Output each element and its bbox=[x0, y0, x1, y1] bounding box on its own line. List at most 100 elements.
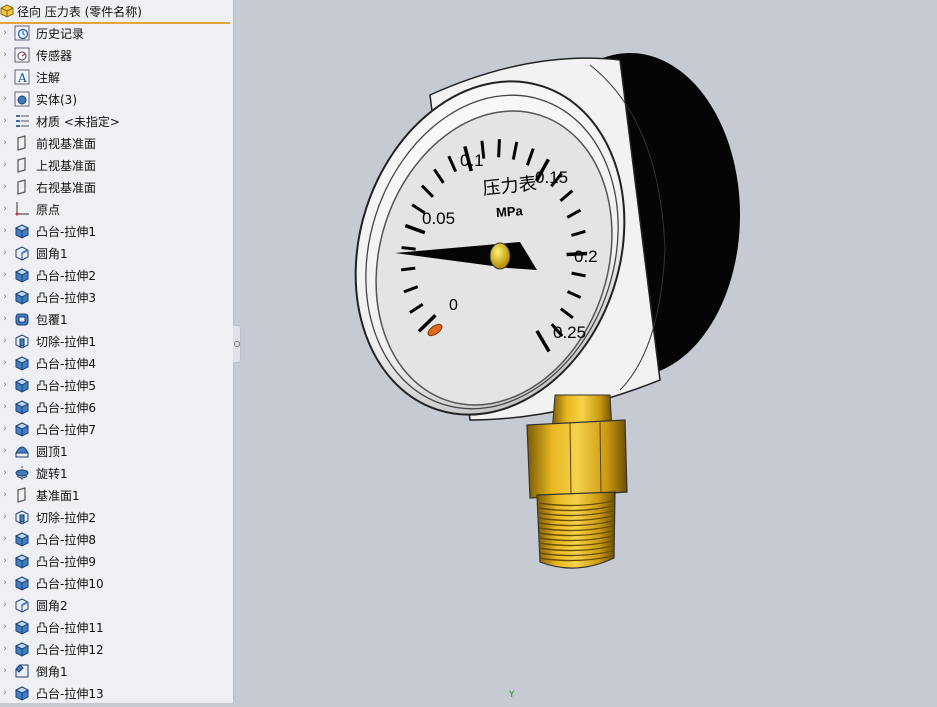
tree-item[interactable]: › 材质 <未指定> bbox=[0, 110, 232, 132]
expand-arrow-icon[interactable]: › bbox=[0, 380, 10, 390]
tree-item-label: 包覆1 bbox=[36, 312, 68, 327]
tree-item-label: 前视基准面 bbox=[36, 136, 97, 151]
tree-item[interactable]: › 圆角1 bbox=[0, 242, 232, 264]
tree-item[interactable]: › 凸台-拉伸11 bbox=[0, 616, 232, 638]
expand-arrow-icon[interactable]: › bbox=[0, 160, 10, 170]
tree-item[interactable]: › 传感器 bbox=[0, 44, 232, 66]
plane-icon bbox=[13, 156, 31, 174]
expand-arrow-icon[interactable]: › bbox=[0, 644, 10, 654]
boss-extrude-icon bbox=[13, 420, 31, 438]
tree-item-label: 凸台-拉伸1 bbox=[36, 224, 96, 239]
tree-item-label: 上视基准面 bbox=[36, 158, 97, 173]
expand-arrow-icon[interactable]: › bbox=[0, 182, 10, 192]
tree-item[interactable]: › 凸台-拉伸6 bbox=[0, 396, 232, 418]
scale-label-0-1: 0.1 bbox=[460, 151, 484, 170]
boss-extrude-icon bbox=[13, 530, 31, 548]
tree-item[interactable]: › 凸台-拉伸9 bbox=[0, 550, 232, 572]
expand-arrow-icon[interactable]: › bbox=[0, 402, 10, 412]
tree-item[interactable]: › 凸台-拉伸5 bbox=[0, 374, 232, 396]
tree-item[interactable]: › 凸台-拉伸1 bbox=[0, 220, 232, 242]
expand-arrow-icon[interactable]: › bbox=[0, 666, 10, 676]
expand-arrow-icon[interactable]: › bbox=[0, 534, 10, 544]
tree-item[interactable]: › 凸台-拉伸7 bbox=[0, 418, 232, 440]
expand-arrow-icon[interactable]: › bbox=[0, 292, 10, 302]
tree-item-label: 凸台-拉伸8 bbox=[36, 532, 96, 547]
material-icon bbox=[13, 112, 31, 130]
tree-item-label: 圆角1 bbox=[36, 246, 68, 261]
tree-item[interactable]: › 凸台-拉伸10 bbox=[0, 572, 232, 594]
tree-item-label: 凸台-拉伸10 bbox=[36, 576, 104, 591]
expand-arrow-icon[interactable]: › bbox=[0, 688, 10, 698]
panel-collapse-handle[interactable] bbox=[233, 325, 241, 363]
tree-item-label: 凸台-拉伸3 bbox=[36, 290, 96, 305]
expand-arrow-icon[interactable]: › bbox=[0, 512, 10, 522]
tree-item-label: 凸台-拉伸9 bbox=[36, 554, 96, 569]
tree-item-label: 凸台-拉伸6 bbox=[36, 400, 96, 415]
expand-arrow-icon[interactable]: › bbox=[0, 204, 10, 214]
expand-arrow-icon[interactable]: › bbox=[0, 314, 10, 324]
expand-arrow-icon[interactable]: › bbox=[0, 490, 10, 500]
chamfer-icon bbox=[13, 662, 31, 680]
tree-item-label: 历史记录 bbox=[36, 26, 85, 41]
expand-arrow-icon[interactable]: › bbox=[0, 358, 10, 368]
expand-arrow-icon[interactable]: › bbox=[0, 270, 10, 280]
expand-arrow-icon[interactable]: › bbox=[0, 468, 10, 478]
tree-item[interactable]: › 凸台-拉伸12 bbox=[0, 638, 232, 660]
tree-item[interactable]: › 凸台-拉伸8 bbox=[0, 528, 232, 550]
tree-item-label: 圆顶1 bbox=[36, 444, 68, 459]
expand-arrow-icon[interactable]: › bbox=[0, 556, 10, 566]
tree-item[interactable]: › 凸台-拉伸2 bbox=[0, 264, 232, 286]
tree-item[interactable]: › 原点 bbox=[0, 198, 232, 220]
tree-item[interactable]: › 上视基准面 bbox=[0, 154, 232, 176]
tree-item[interactable]: › 历史记录 bbox=[0, 22, 232, 44]
expand-arrow-icon[interactable]: › bbox=[0, 50, 10, 60]
wrap-icon bbox=[13, 310, 31, 328]
expand-arrow-icon[interactable]: › bbox=[0, 248, 10, 258]
expand-arrow-icon[interactable]: › bbox=[0, 116, 10, 126]
tree-item[interactable]: › 切除-拉伸2 bbox=[0, 506, 232, 528]
tree-item[interactable]: › 圆顶1 bbox=[0, 440, 232, 462]
tree-item-label: 基准面1 bbox=[36, 488, 80, 503]
origin-icon bbox=[13, 200, 31, 218]
expand-arrow-icon[interactable]: › bbox=[0, 578, 10, 588]
view-triad: Y bbox=[509, 690, 515, 700]
tree-item[interactable]: › 圆角2 bbox=[0, 594, 232, 616]
tree-item[interactable]: › 倒角1 bbox=[0, 660, 232, 682]
tree-item[interactable]: › 右视基准面 bbox=[0, 176, 232, 198]
part-icon bbox=[0, 4, 14, 18]
expand-arrow-icon[interactable]: › bbox=[0, 138, 10, 148]
boss-extrude-icon bbox=[13, 222, 31, 240]
expand-arrow-icon[interactable]: › bbox=[0, 28, 10, 38]
tree-item[interactable]: › 凸台-拉伸4 bbox=[0, 352, 232, 374]
cut-extrude-icon bbox=[13, 332, 31, 350]
tree-item-label: 旋转1 bbox=[36, 466, 68, 481]
tree-item[interactable]: › 实体(3) bbox=[0, 88, 232, 110]
boss-extrude-icon bbox=[13, 574, 31, 592]
plane-icon bbox=[13, 486, 31, 504]
expand-arrow-icon[interactable]: › bbox=[0, 424, 10, 434]
tree-item[interactable]: › 旋转1 bbox=[0, 462, 232, 484]
tree-item[interactable]: › 前视基准面 bbox=[0, 132, 232, 154]
tree-item[interactable]: › 切除-拉伸1 bbox=[0, 330, 232, 352]
expand-arrow-icon[interactable]: › bbox=[0, 336, 10, 346]
tree-item[interactable]: › 凸台-拉伸13 bbox=[0, 682, 232, 703]
boss-extrude-icon bbox=[13, 618, 31, 636]
expand-arrow-icon[interactable]: › bbox=[0, 600, 10, 610]
expand-arrow-icon[interactable]: › bbox=[0, 622, 10, 632]
tree-item[interactable]: › 基准面1 bbox=[0, 484, 232, 506]
tree-item-label: 切除-拉伸2 bbox=[36, 510, 96, 525]
graphics-viewport[interactable]: 0 0.05 0.1 0.15 0.2 0.25 压力表 MPa Y bbox=[241, 0, 937, 703]
tree-item[interactable]: › 凸台-拉伸3 bbox=[0, 286, 232, 308]
tree-root-part[interactable]: 径向 压力表 (零件名称) bbox=[0, 0, 230, 24]
tree-item-label: 圆角2 bbox=[36, 598, 68, 613]
tree-item[interactable]: › 包覆1 bbox=[0, 308, 232, 330]
expand-arrow-icon[interactable]: › bbox=[0, 72, 10, 82]
expand-arrow-icon[interactable]: › bbox=[0, 226, 10, 236]
dial-tick bbox=[497, 139, 501, 158]
boss-extrude-icon bbox=[13, 640, 31, 658]
tree-item[interactable]: › A 注解 bbox=[0, 66, 232, 88]
expand-arrow-icon[interactable]: › bbox=[0, 446, 10, 456]
tree-item-label: 注解 bbox=[36, 70, 61, 85]
expand-arrow-icon[interactable]: › bbox=[0, 94, 10, 104]
tree-item-label: 凸台-拉伸4 bbox=[36, 356, 96, 371]
